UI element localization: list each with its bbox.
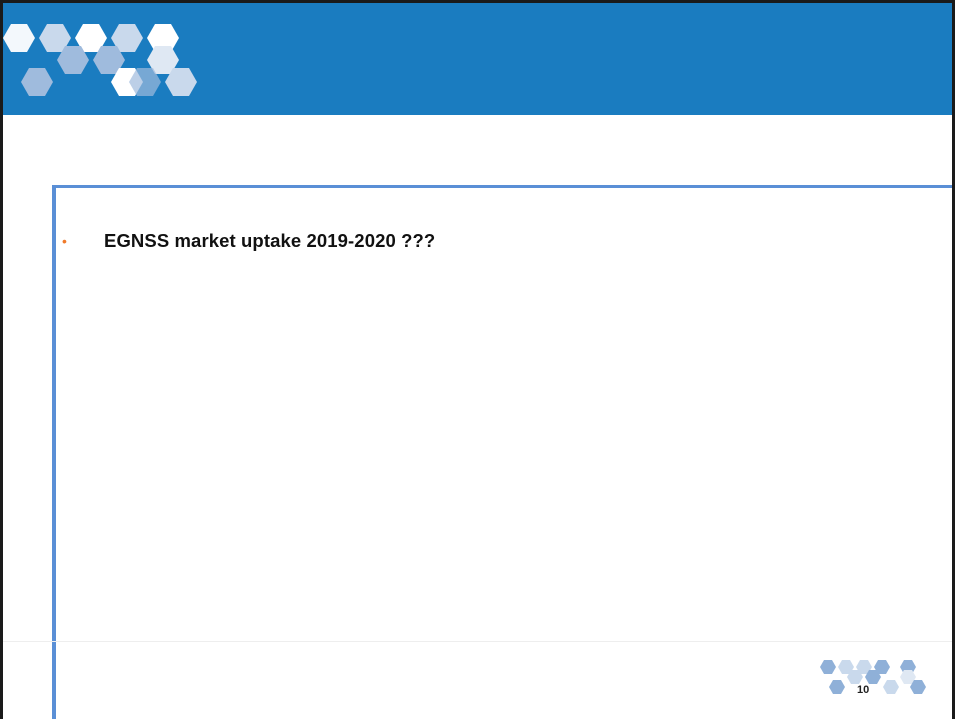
frame-top-border: [0, 0, 955, 3]
bullet-item: • EGNSS market uptake 2019-2020 ???: [62, 230, 435, 252]
content-frame: [52, 185, 955, 719]
bullet-text: EGNSS market uptake 2019-2020 ???: [104, 230, 436, 251]
frame-left-border: [0, 0, 3, 719]
slide: • EGNSS market uptake 2019-2020 ??? 10: [0, 0, 955, 719]
page-number: 10: [857, 684, 870, 696]
bullet-icon: •: [62, 233, 67, 249]
footer-divider: [3, 641, 952, 642]
hexagon-cluster-icon: [820, 660, 926, 694]
hexagon-cluster-icon: [3, 24, 197, 96]
